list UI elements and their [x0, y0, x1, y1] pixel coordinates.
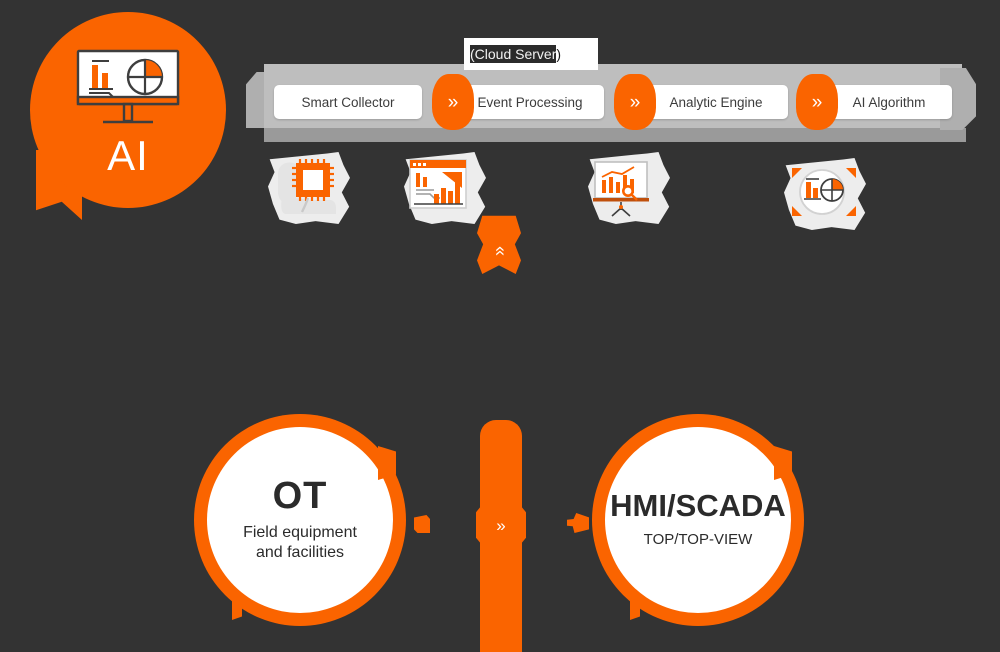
ai-label: AI [107, 132, 149, 179]
ot-connector-nub [414, 515, 430, 533]
hmi-title: HMI/SCADA [610, 488, 786, 524]
cloud-server-trailing-text: ) [556, 46, 562, 62]
ai-node[interactable]: AI [30, 12, 226, 208]
pipeline-stage-event-processing[interactable]: Event Processing [456, 85, 604, 119]
pipeline-stage-smart-collector[interactable]: Smart Collector [274, 85, 422, 119]
chevron-right-icon: » [496, 515, 506, 535]
ot-circle-notch [378, 446, 396, 480]
monitor-analytics-icon [75, 49, 181, 131]
chevron-right-icon: » [629, 91, 641, 113]
ot-circle-foot [232, 598, 242, 620]
pipeline-connector-3: » [796, 74, 838, 130]
cloud-server-selected-text: (Cloud Server [470, 45, 557, 63]
ot-node[interactable]: OT Field equipment and facilities [194, 414, 406, 626]
pipeline-stage-label: Smart Collector [301, 94, 395, 110]
band-shadow-2 [442, 128, 642, 142]
hand-holding-chip-icon [268, 152, 350, 224]
ot-subtitle: Field equipment and facilities [243, 523, 357, 563]
ot-subtitle-line1: Field equipment [243, 524, 357, 541]
hmi-circle-foot [630, 598, 640, 620]
hmi-circle-notch [774, 446, 792, 480]
window-bar-chart-icon [404, 152, 486, 224]
uplink-connector: » [477, 215, 521, 274]
ot-subtitle-line2: and facilities [255, 544, 345, 561]
pipeline-stage-ai-algorithm[interactable]: AI Algorithm [826, 85, 952, 119]
presentation-chart-search-icon [588, 152, 670, 224]
hmi-connector-nub [567, 513, 589, 533]
ot-title: OT [272, 475, 328, 517]
chevron-up-icon: » [488, 245, 509, 257]
pipeline-stage-label: AI Algorithm [852, 94, 926, 110]
pipeline-stage-label: Analytic Engine [669, 94, 763, 110]
band-shadow-4 [814, 128, 966, 142]
diagram-canvas: AI Smart Collector » Event Processing » [0, 0, 1000, 652]
band-shadow-3 [630, 128, 830, 142]
pipeline-connector-1: » [432, 74, 474, 130]
dashboard-target-icon [784, 158, 866, 230]
chevron-right-icon: » [447, 91, 459, 113]
cloud-pipeline: Smart Collector » Event Processing » Ana… [246, 64, 976, 142]
hmi-subtitle: TOP/TOP-VIEW [643, 531, 753, 549]
pipeline-connector-2: » [614, 74, 656, 130]
chevron-right-icon: » [811, 91, 823, 113]
cloud-server-callout[interactable]: (Cloud Server) [464, 38, 598, 70]
pipeline-stage-label: Event Processing [477, 94, 583, 110]
band-shadow-1 [264, 128, 460, 142]
vertical-link-connector: » [476, 505, 526, 545]
pipeline-stage-analytic-engine[interactable]: Analytic Engine [644, 85, 788, 119]
hmi-scada-node[interactable]: HMI/SCADA TOP/TOP-VIEW [592, 414, 804, 626]
